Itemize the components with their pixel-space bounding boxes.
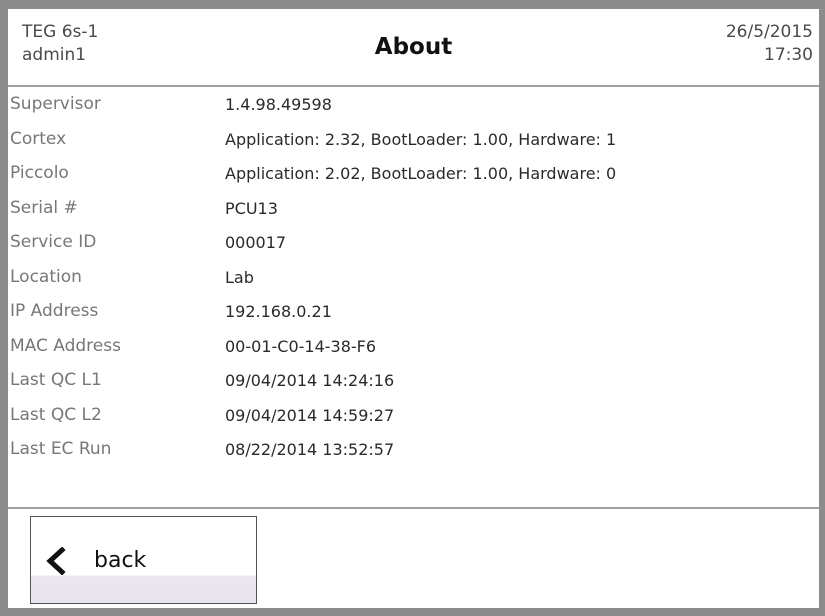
info-value: 00-01-C0-14-38-F6 xyxy=(225,336,377,356)
info-value: PCU13 xyxy=(225,198,278,218)
info-row-supervisor: Supervisor 1.4.98.49598 xyxy=(8,89,819,124)
info-row-location: Location Lab xyxy=(8,262,819,297)
info-row-piccolo: Piccolo Application: 2.02, BootLoader: 1… xyxy=(8,158,819,193)
info-value: 08/22/2014 13:52:57 xyxy=(225,440,395,459)
user-name: admin1 xyxy=(22,45,87,65)
header-bar: About TEG 6s-1 admin1 26/5/2015 17:30 xyxy=(8,9,819,87)
info-value: 09/04/2014 14:59:27 xyxy=(225,405,395,425)
time-display: 17:30 xyxy=(764,45,813,65)
back-button[interactable]: back xyxy=(30,516,257,604)
info-value: 09/04/2014 14:24:16 xyxy=(225,371,395,390)
date-time: 26/5/2015 17:30 xyxy=(726,21,813,67)
info-label: Last EC Run xyxy=(10,439,112,459)
info-label: Serial # xyxy=(10,197,78,218)
info-row-last-ec-run: Last EC Run 08/22/2014 13:52:57 xyxy=(8,434,819,469)
device-user-info: TEG 6s-1 admin1 xyxy=(22,21,98,67)
info-row-cortex: Cortex Application: 2.32, BootLoader: 1.… xyxy=(8,124,819,159)
info-value: Application: 2.32, BootLoader: 1.00, Har… xyxy=(225,129,617,149)
info-label: Cortex xyxy=(10,128,67,149)
info-label: IP Address xyxy=(10,301,99,321)
page-title: About xyxy=(374,34,453,60)
info-label: Last QC L1 xyxy=(10,370,102,390)
date-display: 26/5/2015 xyxy=(725,22,813,42)
info-label: Piccolo xyxy=(10,163,69,183)
info-list: Supervisor 1.4.98.49598 Cortex Applicati… xyxy=(8,89,819,505)
info-value: Application: 2.02, BootLoader: 1.00, Har… xyxy=(225,164,617,183)
info-label: Last QC L2 xyxy=(10,404,102,425)
device-bezel: About TEG 6s-1 admin1 26/5/2015 17:30 Su… xyxy=(0,0,825,616)
device-name: TEG 6s-1 xyxy=(22,22,99,42)
chevron-left-icon xyxy=(46,547,66,575)
info-row-last-qc-l2: Last QC L2 09/04/2014 14:59:27 xyxy=(8,400,819,435)
info-row-last-qc-l1: Last QC L1 09/04/2014 14:24:16 xyxy=(8,365,819,400)
info-value: Lab xyxy=(225,267,254,287)
about-screen: About TEG 6s-1 admin1 26/5/2015 17:30 Su… xyxy=(8,9,819,608)
info-row-service-id: Service ID 000017 xyxy=(8,227,819,262)
info-label: Location xyxy=(10,266,82,287)
info-label: MAC Address xyxy=(10,335,121,356)
info-row-serial: Serial # PCU13 xyxy=(8,193,819,228)
info-row-ip-address: IP Address 192.168.0.21 xyxy=(8,296,819,331)
footer-bar: back xyxy=(8,507,819,608)
info-row-mac-address: MAC Address 00-01-C0-14-38-F6 xyxy=(8,331,819,366)
info-value: 192.168.0.21 xyxy=(225,302,332,321)
info-label: Supervisor xyxy=(10,94,101,114)
back-button-label: back xyxy=(94,548,147,573)
info-label: Service ID xyxy=(10,232,97,252)
info-value: 000017 xyxy=(225,233,287,252)
info-value: 1.4.98.49598 xyxy=(225,95,332,114)
